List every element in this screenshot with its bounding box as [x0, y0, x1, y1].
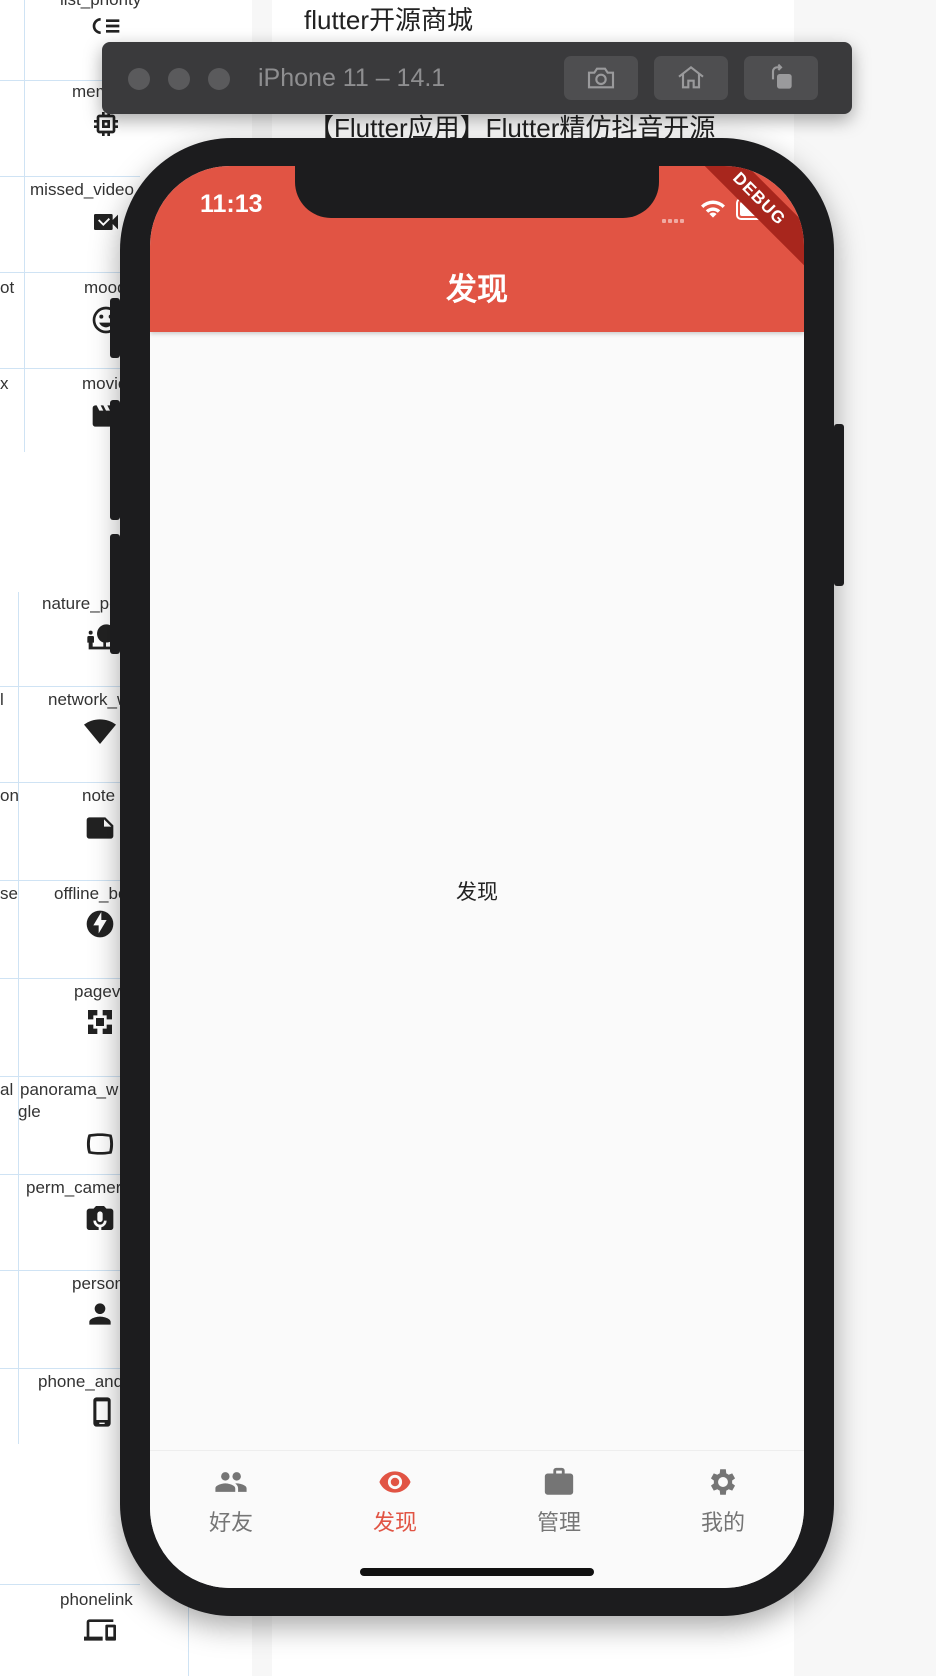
notch — [295, 166, 659, 218]
perm-camera-mic-icon — [86, 1206, 114, 1230]
person-icon — [89, 1303, 111, 1325]
grid-line — [0, 176, 140, 177]
volume-up-button — [110, 400, 120, 520]
window-zoom-button[interactable] — [208, 68, 230, 90]
mute-switch — [110, 298, 120, 358]
nav-item-label: 好友 — [208, 1510, 253, 1535]
gear-icon — [710, 1469, 736, 1495]
offline-bolt-icon — [86, 910, 114, 938]
article-title[interactable]: flutter开源商城 — [304, 0, 473, 37]
window-minimize-button[interactable] — [168, 68, 190, 90]
phone-android-icon — [93, 1397, 111, 1427]
wifi-icon — [701, 200, 725, 218]
grid-line — [0, 1076, 140, 1077]
grid-line — [0, 782, 140, 783]
grid-line — [18, 592, 19, 1444]
grid-line — [0, 1270, 140, 1271]
phonelink-icon — [84, 1619, 116, 1641]
note-icon — [86, 817, 114, 839]
grid-line — [0, 272, 140, 273]
power-button — [834, 424, 844, 586]
grid-line — [0, 368, 140, 369]
nav-item-friends[interactable]: 好友 — [176, 1465, 286, 1535]
app-screen: 11:13 DEBUG 发现 发现 好友 发现 管理 我的 — [150, 166, 804, 1588]
grid-line — [24, 0, 25, 452]
grid-line — [0, 978, 140, 979]
pageview-icon — [88, 1010, 112, 1034]
screenshot-button[interactable] — [564, 56, 638, 100]
volume-down-button — [110, 534, 120, 654]
panorama-wide-angle-icon — [86, 1133, 114, 1155]
nav-item-me[interactable]: 我的 — [668, 1465, 778, 1535]
home-button[interactable] — [654, 56, 728, 100]
cellular-signal-icon — [662, 210, 690, 223]
camera-icon — [587, 67, 615, 89]
home-icon — [678, 65, 704, 89]
nav-item-discover[interactable]: 发现 — [340, 1465, 450, 1535]
rotate-icon — [771, 63, 792, 89]
grid-line — [0, 686, 140, 687]
window-close-button[interactable] — [128, 68, 150, 90]
missed-video-call-icon — [94, 214, 118, 230]
grid-line — [0, 880, 140, 881]
nav-item-label: 发现 — [372, 1510, 417, 1535]
simulator-title: iPhone 11 – 14.1 — [258, 64, 446, 92]
nav-item-manage[interactable]: 管理 — [504, 1465, 614, 1535]
nav-item-label: 我的 — [700, 1510, 745, 1535]
people-icon — [215, 1472, 247, 1492]
grid-line — [0, 1584, 140, 1585]
page-title: 发现 — [446, 272, 508, 307]
home-indicator[interactable] — [360, 1568, 594, 1576]
network-wifi-icon — [84, 719, 116, 744]
list-priority-icon — [92, 18, 120, 34]
grid-line — [0, 1174, 140, 1175]
grid-line — [0, 1368, 140, 1369]
simulator-toolbar: iPhone 11 – 14.1 — [102, 42, 852, 114]
eye-icon — [379, 1471, 411, 1493]
nav-item-label: 管理 — [536, 1510, 581, 1535]
page-body-text: 发现 — [456, 881, 498, 904]
status-time: 11:13 — [200, 190, 263, 218]
briefcase-icon — [544, 1467, 574, 1495]
rotate-button[interactable] — [744, 56, 818, 100]
